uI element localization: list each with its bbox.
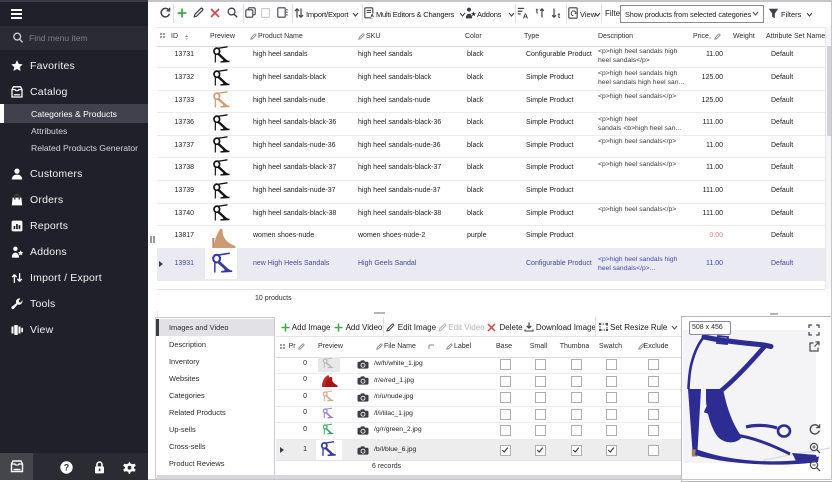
svg-text:?: ? [64,463,70,473]
svg-text:t: t [536,7,539,15]
svg-text:t: t [558,11,561,19]
svg-text:A: A [523,11,529,19]
